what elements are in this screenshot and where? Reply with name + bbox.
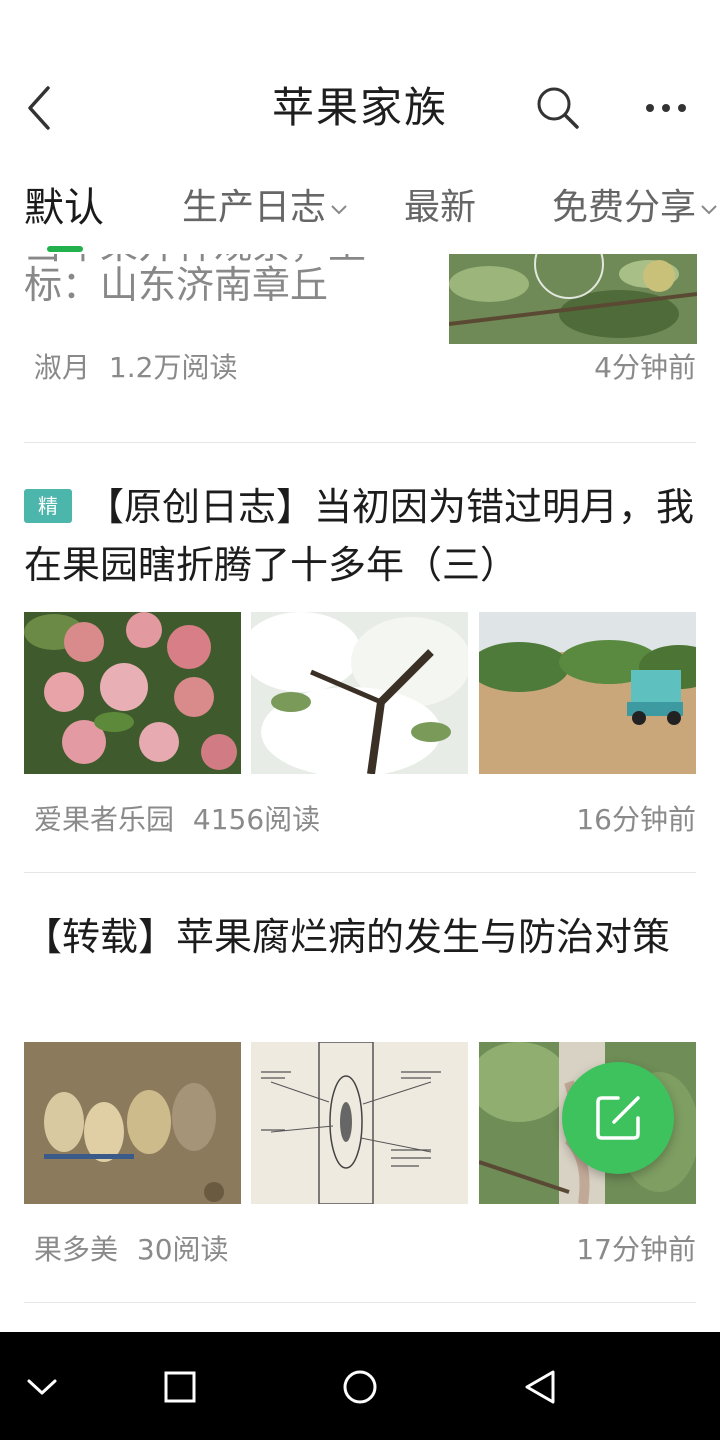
post-reads: 30阅读	[136, 1233, 229, 1266]
status-bar-space	[0, 0, 720, 60]
more-options-button[interactable]	[636, 80, 696, 136]
post-card[interactable]: 当年果开种观察，坐 标：山东济南章丘 淑月 1.2万阅读 4分钟前	[24, 254, 697, 442]
tab-default[interactable]: 默认	[24, 182, 104, 234]
post-reads: 1.2万阅读	[108, 351, 238, 384]
system-nav-bar	[0, 1332, 720, 1440]
post-author: 淑月	[34, 351, 91, 384]
divider	[24, 442, 696, 443]
circle-icon	[343, 1370, 377, 1404]
tab-free-share[interactable]: 免费分享	[552, 182, 718, 234]
post-author: 爱果者乐园	[34, 803, 175, 836]
chevron-down-icon	[701, 205, 717, 215]
featured-badge: 精	[24, 488, 72, 523]
tab-label: 免费分享	[552, 187, 697, 228]
post-reads: 4156阅读	[192, 803, 321, 836]
tab-label: 最新	[404, 187, 477, 228]
post-time: 4分钟前	[594, 351, 696, 384]
page-title: 苹果家族	[271, 83, 448, 132]
divider	[24, 872, 696, 873]
category-tabs: 默认 生产日志 最新 免费分享	[0, 170, 720, 254]
compose-icon	[596, 1096, 640, 1140]
post-card[interactable]: 精【原创日志】当初因为错过明月，我在果园瞎折腾了十多年（三） 爱果者乐园 415…	[24, 478, 696, 858]
post-thumbnail	[251, 1042, 468, 1204]
triangle-back-icon	[525, 1370, 555, 1404]
post-title-block: 精【原创日志】当初因为错过明月，我在果园瞎折腾了十多年（三）	[24, 478, 696, 594]
nav-hide-button[interactable]	[12, 1362, 72, 1412]
post-meta: 淑月 1.2万阅读 4分钟前	[34, 348, 696, 388]
post-time: 17分钟前	[576, 1233, 696, 1266]
post-meta: 爱果者乐园 4156阅读 16分钟前	[34, 800, 696, 840]
nav-home-button[interactable]	[330, 1362, 390, 1412]
search-button[interactable]	[530, 80, 586, 136]
post-thumbnail	[449, 254, 697, 344]
chevron-down-icon	[27, 1379, 57, 1395]
nav-back-button[interactable]	[510, 1362, 570, 1412]
active-tab-indicator	[47, 246, 83, 252]
post-title: 【转载】苹果腐烂病的发生与防治对策	[24, 915, 671, 959]
compose-button[interactable]	[562, 1062, 674, 1174]
more-dots-icon	[646, 104, 686, 112]
tab-label: 默认	[24, 185, 104, 231]
chevron-down-icon	[331, 205, 347, 215]
top-app-bar: 苹果家族	[0, 60, 720, 156]
nav-recents-button[interactable]	[150, 1362, 210, 1412]
tab-production-log[interactable]: 生产日志	[182, 182, 348, 234]
tab-label: 生产日志	[182, 187, 327, 228]
divider	[24, 1302, 696, 1303]
post-thumbnail	[479, 612, 696, 774]
search-icon	[537, 87, 579, 129]
post-title: 【原创日志】当初因为错过明月，我在果园瞎折腾了十多年（三）	[24, 485, 695, 587]
post-title: 标：山东济南章丘	[24, 263, 329, 307]
square-icon	[164, 1371, 196, 1403]
tab-latest[interactable]: 最新	[404, 182, 476, 234]
post-thumbnail	[24, 1042, 241, 1204]
post-thumbnail	[251, 612, 468, 774]
post-meta: 果多美 30阅读 17分钟前	[34, 1230, 696, 1270]
post-author: 果多美	[34, 1233, 119, 1266]
post-thumbnail	[24, 612, 241, 774]
post-time: 16分钟前	[576, 803, 696, 836]
